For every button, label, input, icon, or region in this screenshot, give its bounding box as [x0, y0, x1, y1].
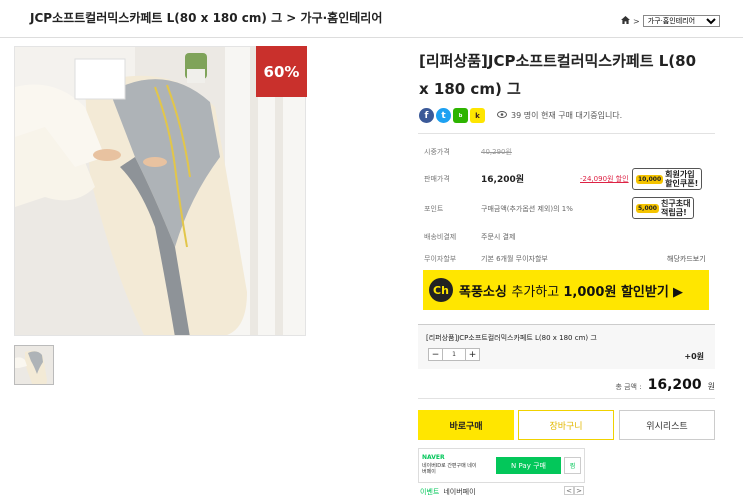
next-icon[interactable]: >	[574, 486, 584, 495]
point-value: 구매금액(추가옵션 제외)의 1%	[481, 205, 573, 213]
event-label: 이벤트	[420, 488, 440, 496]
shipping-value: 주문시 결제	[481, 233, 516, 241]
installment-value: 기본 6개월 무이자할부	[481, 255, 548, 263]
list-price-value: 40,290원	[481, 148, 512, 156]
home-icon[interactable]	[621, 16, 630, 26]
discount-amount: -24,090원 할인	[580, 175, 629, 183]
channel-discount-banner[interactable]: Ch 폭풍소싱 추가하고 1,000원 할인받기 ▶	[423, 270, 709, 310]
invite-coupon-text: 친구초대 적립금!	[661, 199, 690, 217]
sale-price-value: 16,200원	[481, 175, 525, 185]
play-arrow-icon: ▶	[672, 284, 683, 300]
top-bar: JCP소프트컬러믹스카페트 L(80 x 180 cm) 그 > 가구·홈인테리…	[0, 0, 743, 38]
naver-event[interactable]: 이벤트 네이버페이	[420, 487, 476, 497]
banner-text-mid: 추가하고	[511, 284, 564, 300]
invite-coupon[interactable]: 5,000 친구초대 적립금!	[632, 197, 695, 219]
viewers-text: 39 명이 현재 구매 대기중입니다.	[511, 111, 623, 120]
banner-text: 폭풍소싱 추가하고 1,000원 할인받기 ▶	[459, 281, 683, 300]
band-icon[interactable]: b	[453, 108, 468, 123]
location-arrow: >	[633, 16, 640, 26]
wishlist-button[interactable]: 위시리스트	[619, 410, 715, 440]
installment-label: 무이자할부	[424, 255, 457, 263]
product-title-line2: x 180 cm) 그	[419, 80, 521, 98]
kakaotalk-icon[interactable]: k	[470, 108, 485, 123]
naver-pay-desc: 네이버ID로 간편구매 네이버페이	[422, 463, 477, 475]
shipping-label: 배송비결제	[424, 233, 457, 241]
location-nav: > 가구·홈인테리어	[621, 15, 720, 27]
coin-icon: 5,000	[636, 203, 659, 213]
qty-minus-button[interactable]: −	[428, 348, 443, 361]
naver-pay-button[interactable]: N Pay 구매	[496, 457, 561, 474]
quantity-stepper: − 1 +	[428, 348, 480, 361]
signup-coupon-text: 회원가입 할인쿠폰!	[665, 170, 698, 188]
discount-badge: 60%	[256, 46, 307, 97]
category-select[interactable]: 가구·홈인테리어	[642, 15, 720, 27]
signup-coupon[interactable]: 10,000 회원가입 할인쿠폰!	[632, 168, 703, 190]
option-price: +0원	[684, 352, 704, 361]
banner-text-strong: 1,000원 할인받기	[563, 284, 669, 300]
event-pager: < >	[564, 486, 584, 495]
naver-zzim-button[interactable]: 찜	[564, 457, 581, 474]
viewers-notice: 39 명이 현재 구매 대기중입니다.	[497, 110, 622, 121]
banner-text-prefix: 폭풍소싱	[459, 284, 512, 300]
product-title-line1: [리퍼상품]JCP소프트컬러믹스카페트 L(80	[419, 52, 697, 70]
coin-icon: 10,000	[636, 174, 664, 184]
total-price: 총 금액 : 16,200 원	[615, 377, 715, 393]
point-label: 포인트	[424, 205, 444, 213]
product-thumbnail[interactable]	[14, 345, 54, 385]
qty-input[interactable]: 1	[443, 348, 465, 361]
invite-coupon-line2: 적립금!	[660, 208, 687, 217]
qty-plus-button[interactable]: +	[465, 348, 480, 361]
invite-coupon-line1: 친구초대	[660, 199, 691, 208]
total-unit: 원	[707, 382, 715, 391]
divider	[418, 398, 715, 399]
social-share: f t b k	[419, 108, 485, 123]
total-value: 16,200	[647, 377, 702, 393]
eye-icon	[497, 111, 507, 120]
facebook-icon[interactable]: f	[419, 108, 434, 123]
signup-coupon-line1: 회원가입	[665, 170, 695, 179]
event-text: 네이버페이	[443, 488, 476, 496]
signup-coupon-line2: 할인쿠폰!	[665, 179, 699, 188]
divider	[418, 133, 715, 134]
naver-logo: NAVER	[422, 454, 445, 461]
selected-option: [리퍼상품]JCP소프트컬러믹스카페트 L(80 x 180 cm) 그 − 1…	[418, 324, 715, 369]
prev-icon[interactable]: <	[564, 486, 574, 495]
naver-pay-box: NAVER 네이버ID로 간편구매 네이버페이 N Pay 구매 찜	[418, 448, 585, 483]
total-label: 총 금액 :	[615, 383, 642, 391]
breadcrumb: JCP소프트컬러믹스카페트 L(80 x 180 cm) 그 > 가구·홈인테리…	[30, 11, 383, 25]
product-title: [리퍼상품]JCP소프트컬러믹스카페트 L(80 x 180 cm) 그	[419, 47, 719, 103]
option-name: [리퍼상품]JCP소프트컬러믹스카페트 L(80 x 180 cm) 그	[426, 334, 597, 342]
buy-now-button[interactable]: 바로구매	[418, 410, 514, 440]
card-info-link[interactable]: 해당카드보기	[667, 254, 706, 264]
add-to-cart-button[interactable]: 장바구니	[518, 410, 614, 440]
twitter-icon[interactable]: t	[436, 108, 451, 123]
list-price-label: 시중가격	[424, 148, 450, 156]
sale-price-label: 판매가격	[424, 175, 450, 183]
channel-icon: Ch	[429, 278, 453, 302]
